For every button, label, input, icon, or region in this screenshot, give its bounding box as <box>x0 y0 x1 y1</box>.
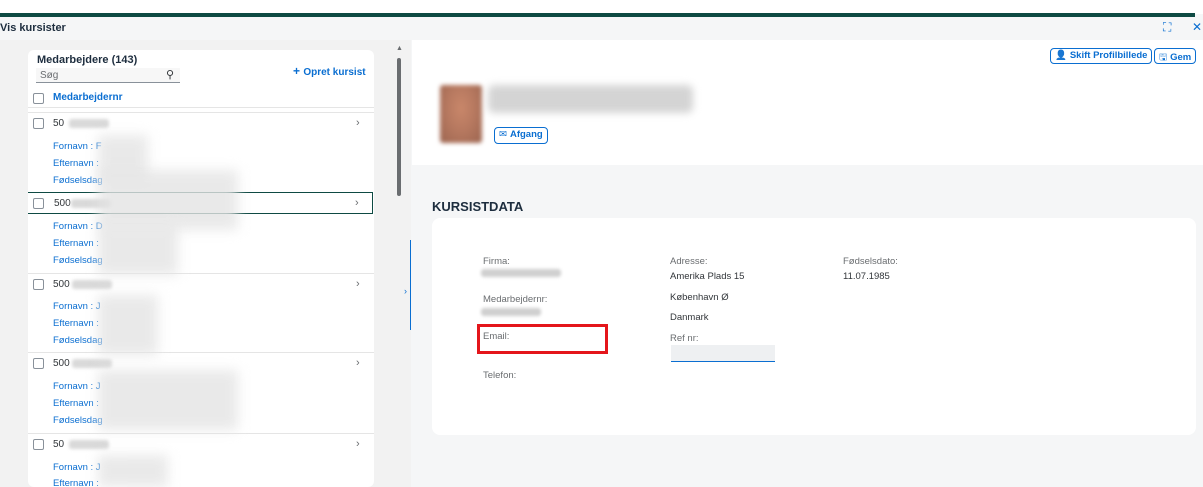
blurred-number <box>69 119 109 128</box>
search-placeholder: Søg <box>40 70 59 81</box>
firma-label: Firma: <box>483 256 510 267</box>
birthday-label: Fødselsdag <box>53 415 103 426</box>
row-checkbox[interactable] <box>33 198 44 209</box>
save-button[interactable]: 🖫 Gem <box>1154 48 1197 64</box>
person-icon: 👤 <box>1055 50 1067 61</box>
medarbejdernr-label: Medarbejdernr: <box>483 294 548 305</box>
employee-number: 50 <box>53 118 65 129</box>
panel-splitter[interactable] <box>410 240 411 330</box>
first-name-label: Fornavn : D <box>53 221 103 232</box>
row-checkbox[interactable] <box>33 118 44 129</box>
adresse-label: Adresse: <box>670 256 708 267</box>
header-accent-bar <box>0 13 1195 17</box>
section-title: KURSISTDATA <box>432 199 524 214</box>
employee-number: 50 <box>53 439 65 450</box>
redaction-blur <box>98 455 168 487</box>
change-profile-photo-label: Skift Profilbillede <box>1069 50 1148 61</box>
fodselsdato-label: Fødselsdato: <box>843 256 898 267</box>
employee-number: 500 <box>53 358 70 369</box>
create-kursist-button[interactable]: + Opret kursist <box>293 64 366 78</box>
column-header-medarbejdernr[interactable]: Medarbejdernr <box>53 92 122 103</box>
redaction-blur <box>98 170 238 230</box>
telefon-label: Telefon: <box>483 370 517 381</box>
chevron-right-icon: › <box>356 438 360 450</box>
birthday-label: Fødselsdag <box>53 335 103 346</box>
refnr-input[interactable] <box>671 345 775 362</box>
change-profile-photo-button[interactable]: 👤 Skift Profilbillede <box>1050 48 1153 64</box>
row-checkbox[interactable] <box>33 439 44 450</box>
plus-icon: + <box>293 64 304 78</box>
redaction-blur <box>98 370 238 430</box>
top-bar <box>0 0 1203 14</box>
list-item[interactable]: 500 › <box>28 273 374 295</box>
mail-icon: ✉ <box>499 129 507 140</box>
blurred-number <box>69 440 109 449</box>
chevron-right-icon: › <box>355 197 359 209</box>
create-kursist-label: Opret kursist <box>303 67 366 78</box>
afgang-label: Afgang <box>509 129 543 140</box>
chevron-right-icon: › <box>356 357 360 369</box>
medarbejdernr-value-blurred <box>481 308 541 316</box>
search-icon[interactable]: ⚲ <box>166 68 174 81</box>
first-name-label: Fornavn : F <box>53 141 102 152</box>
row-checkbox[interactable] <box>33 358 44 369</box>
birthday-label: Fødselsdag <box>53 255 103 266</box>
fullscreen-icon[interactable]: ⛶ <box>1163 20 1171 35</box>
last-name-label: Efternavn : <box>53 238 99 249</box>
last-name-label: Efternavn : <box>53 398 99 409</box>
adresse-line2: København Ø <box>670 292 729 303</box>
select-all-checkbox[interactable] <box>33 93 44 104</box>
chevron-right-icon: › <box>356 278 360 290</box>
redaction-blur <box>98 295 158 355</box>
blurred-number <box>72 280 112 289</box>
last-name-label: Efternavn : <box>53 158 99 169</box>
employee-number: 500 <box>53 279 70 290</box>
chevron-right-icon: › <box>356 117 360 129</box>
refnr-label: Ref nr: <box>670 333 699 344</box>
last-name-label: Efternavn : <box>53 318 99 329</box>
scroll-up-icon[interactable]: ▲ <box>396 45 403 52</box>
blurred-number <box>72 359 112 368</box>
fodselsdato-value: 11.07.1985 <box>843 271 890 282</box>
save-label: Gem <box>1170 52 1192 63</box>
scrollbar-thumb[interactable] <box>397 58 401 196</box>
chevron-right-icon[interactable]: › <box>404 286 407 296</box>
birthday-label: Fødselsdag <box>53 175 103 186</box>
redaction-blur <box>98 225 178 275</box>
profile-name-blurred <box>488 85 693 113</box>
list-item[interactable]: 50 › <box>28 112 374 134</box>
email-highlight-box <box>477 324 608 354</box>
employee-list: Medarbejdere (143) Søg ⚲ + Opret kursist… <box>28 50 374 487</box>
list-title: Medarbejdere (143) <box>37 54 138 66</box>
column-header-row: Medarbejdernr <box>28 88 374 108</box>
list-item[interactable]: 50 › <box>28 433 374 455</box>
profile-photo <box>440 85 482 143</box>
adresse-line1: Amerika Plads 15 <box>670 271 745 282</box>
close-icon[interactable]: ✕ <box>1192 20 1202 34</box>
first-name-label: Fornavn : J <box>53 381 101 392</box>
last-name-label: Efternavn : <box>53 478 99 487</box>
first-name-label: Fornavn : J <box>53 301 101 312</box>
first-name-label: Fornavn : J <box>53 462 101 473</box>
search-input[interactable]: Søg ⚲ <box>36 68 180 83</box>
afgang-button[interactable]: ✉ Afgang <box>494 127 548 144</box>
row-checkbox[interactable] <box>33 279 44 290</box>
firma-value-blurred <box>481 269 561 277</box>
employee-number: 500 <box>54 198 71 209</box>
page-title: Vis kursister <box>0 22 66 34</box>
save-icon: 🖫 <box>1159 52 1168 63</box>
adresse-line3: Danmark <box>670 312 709 323</box>
